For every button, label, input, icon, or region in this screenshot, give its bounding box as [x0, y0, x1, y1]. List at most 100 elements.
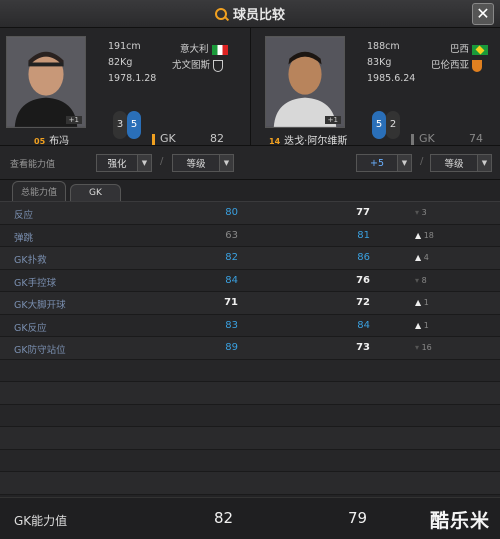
- stat-label: GK手控球: [14, 277, 57, 289]
- country-label: 巴西: [450, 44, 470, 55]
- club-label: 尤文图斯: [172, 60, 211, 71]
- chip-b-left: 5: [127, 111, 141, 139]
- diff-value: 3: [421, 208, 427, 217]
- country-right: 巴西: [450, 41, 489, 55]
- divider-slash: /: [160, 156, 164, 167]
- diff-value: 18: [423, 230, 434, 240]
- table-row: 反应 80 77 ▾ 3: [0, 202, 500, 225]
- club-left: 尤文图斯: [172, 57, 224, 72]
- tab-bar: 总能力值 GK: [0, 180, 500, 202]
- country-left: 意大利: [180, 41, 228, 55]
- left-value: 82: [225, 252, 238, 263]
- empty-row: [0, 449, 500, 472]
- chevron-down-icon: ▼: [219, 155, 233, 171]
- arrow-up-icon: ▲: [415, 320, 422, 330]
- dropdown-value: 等级: [444, 159, 464, 170]
- enhance-dropdown-left[interactable]: 强化 ▼: [96, 154, 152, 172]
- club-label: 巴伦西亚: [431, 60, 470, 71]
- stat-label: GK扑救: [14, 255, 47, 266]
- left-value: 80: [225, 207, 238, 218]
- view-ability-label: 查看能力值: [10, 160, 56, 170]
- footer-left-value: 82: [214, 509, 234, 527]
- club-right: 巴伦西亚: [431, 57, 483, 72]
- weight-right: 83Kg: [367, 57, 392, 68]
- table-row: GK反应 83 84 ▲ 1: [0, 314, 500, 337]
- player-photo-right: +1: [265, 36, 345, 128]
- stat-label: GK大脚开球: [14, 300, 66, 311]
- chip-b-right: 2: [386, 111, 400, 139]
- diff-value: 1: [423, 298, 429, 307]
- diff-value: 8: [421, 275, 427, 285]
- height-left: 191cm: [108, 41, 141, 52]
- diff-cell: ▾ 3: [415, 208, 455, 217]
- player-name-right: 14 迭戈·阿尔维斯: [269, 132, 347, 147]
- diff-value: 1: [423, 320, 429, 330]
- diff-cell: ▾ 16: [415, 343, 455, 352]
- birth-right: 1985.6.24: [367, 73, 416, 84]
- tab-overall[interactable]: 总能力值: [12, 181, 67, 201]
- empty-row: [0, 359, 500, 382]
- player-number: 14: [269, 137, 281, 146]
- left-value: 71: [224, 297, 238, 308]
- arrow-up-icon: ▲: [415, 253, 422, 262]
- empty-row: [0, 427, 500, 450]
- level-dropdown-left[interactable]: 等级 ▼: [172, 154, 234, 172]
- diff-cell: ▾ 8: [415, 276, 455, 285]
- table-row: 弹跳 63 81 ▲ 18: [0, 224, 500, 247]
- diff-value: 4: [423, 253, 429, 262]
- position-right: GK: [411, 132, 435, 145]
- chevron-down-icon: ▼: [137, 155, 151, 171]
- photo-tag: +1: [65, 116, 82, 124]
- player-avatar-icon: [7, 37, 85, 127]
- player-right: +1 14 迭戈·阿尔维斯 188cm 83Kg 1985.6.24 巴西 巴伦西…: [250, 28, 500, 147]
- arrow-down-icon: ▾: [415, 343, 420, 352]
- search-icon: [214, 7, 227, 20]
- arrow-up-icon: ▲: [415, 298, 422, 307]
- diff-value: 16: [421, 343, 432, 352]
- stat-label: GK反应: [14, 322, 47, 334]
- valencia-badge-icon: [472, 59, 483, 72]
- watermark: 酷乐米: [429, 510, 490, 532]
- right-value: 72: [356, 297, 370, 308]
- right-value: 81: [357, 229, 370, 241]
- chip-a-left: 3: [113, 111, 127, 139]
- photo-tag: +1: [324, 116, 341, 124]
- dropdown-value: 等级: [186, 159, 206, 170]
- stats-table: 反应 80 77 ▾ 3 弹跳 63 81 ▲ 18 GK扑救 82 86 ▲ …: [0, 202, 500, 495]
- position-bar-icon: [152, 133, 155, 145]
- chip-a-right: 5: [372, 111, 386, 139]
- title-bar: 球员比较 ✕: [0, 0, 500, 28]
- left-value: 83: [225, 319, 238, 331]
- window-title: 球员比较: [232, 8, 285, 23]
- arrow-down-icon: ▾: [415, 208, 420, 217]
- brazil-flag-icon: [472, 44, 489, 55]
- divider-slash: /: [420, 156, 424, 167]
- enhance-dropdown-right[interactable]: +5 ▼: [356, 154, 412, 172]
- diff-cell: ▲ 4: [415, 253, 455, 262]
- right-value: 86: [357, 252, 370, 263]
- stat-label: 反应: [14, 210, 34, 221]
- diff-cell: ▲ 1: [415, 321, 455, 330]
- table-row: GK防守站位 89 73 ▾ 16: [0, 337, 500, 360]
- player-name-left: 05 布冯: [34, 132, 69, 147]
- chevron-down-icon: ▼: [397, 155, 411, 171]
- close-button[interactable]: ✕: [472, 3, 494, 25]
- table-row: GK手控球 84 76 ▾ 8: [0, 269, 500, 292]
- country-label: 意大利: [180, 44, 209, 55]
- position-label: GK: [419, 132, 435, 145]
- table-row: GK扑救 82 86 ▲ 4: [0, 247, 500, 270]
- empty-row: [0, 472, 500, 495]
- italy-flag-icon: [211, 44, 228, 55]
- footer-label: GK能力值: [14, 514, 68, 528]
- left-value: 84: [225, 274, 238, 286]
- level-dropdown-right[interactable]: 等级 ▼: [430, 154, 492, 172]
- arrow-down-icon: ▾: [415, 275, 420, 285]
- player-avatar-icon: [266, 37, 344, 127]
- table-row: GK大脚开球 71 72 ▲ 1: [0, 292, 500, 315]
- tab-gk[interactable]: GK: [70, 184, 121, 201]
- footer-right-value: 79: [348, 509, 368, 527]
- height-right: 188cm: [367, 41, 400, 52]
- juventus-badge-icon: [213, 59, 224, 72]
- chevron-down-icon: ▼: [477, 155, 491, 171]
- empty-row: [0, 404, 500, 427]
